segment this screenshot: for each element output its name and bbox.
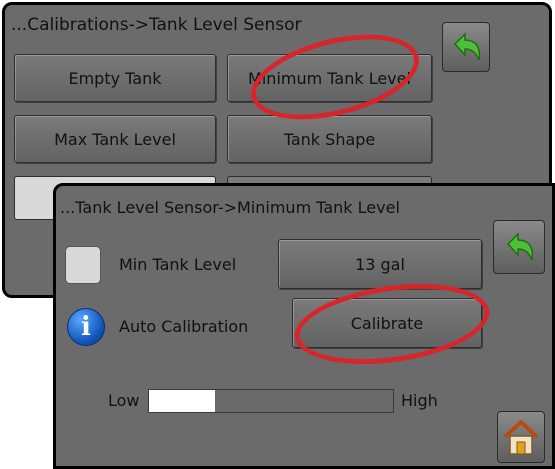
back-arrow-icon <box>506 232 534 261</box>
page-title: ...Tank Level Sensor->Minimum Tank Level <box>60 198 400 217</box>
home-button[interactable] <box>497 411 545 463</box>
empty-tank-button[interactable]: Empty Tank <box>14 54 216 102</box>
minimum-tank-level-screen: ...Tank Level Sensor->Minimum Tank Level… <box>53 183 555 469</box>
tank-shape-button[interactable]: Tank Shape <box>227 115 432 163</box>
calibrate-button[interactable]: Calibrate <box>292 298 482 348</box>
back-button[interactable] <box>442 22 490 72</box>
slider-fill <box>149 390 215 412</box>
max-tank-level-button[interactable]: Max Tank Level <box>14 115 216 163</box>
back-button[interactable] <box>493 220 545 274</box>
auto-calibration-label: Auto Calibration <box>119 317 249 336</box>
minimum-tank-level-button[interactable]: Minimum Tank Level <box>227 54 432 102</box>
back-arrow-icon <box>453 32 481 61</box>
info-icon[interactable]: i <box>67 308 105 346</box>
tank-indicator-icon <box>65 246 101 284</box>
min-tank-level-label: Min Tank Level <box>119 255 237 274</box>
page-title: ...Calibrations->Tank Level Sensor <box>11 15 302 35</box>
calibration-level-slider[interactable] <box>148 389 394 413</box>
home-icon <box>503 420 539 455</box>
slider-high-label: High <box>401 391 438 410</box>
slider-low-label: Low <box>108 391 140 410</box>
min-tank-level-field[interactable]: 13 gal <box>278 239 482 289</box>
